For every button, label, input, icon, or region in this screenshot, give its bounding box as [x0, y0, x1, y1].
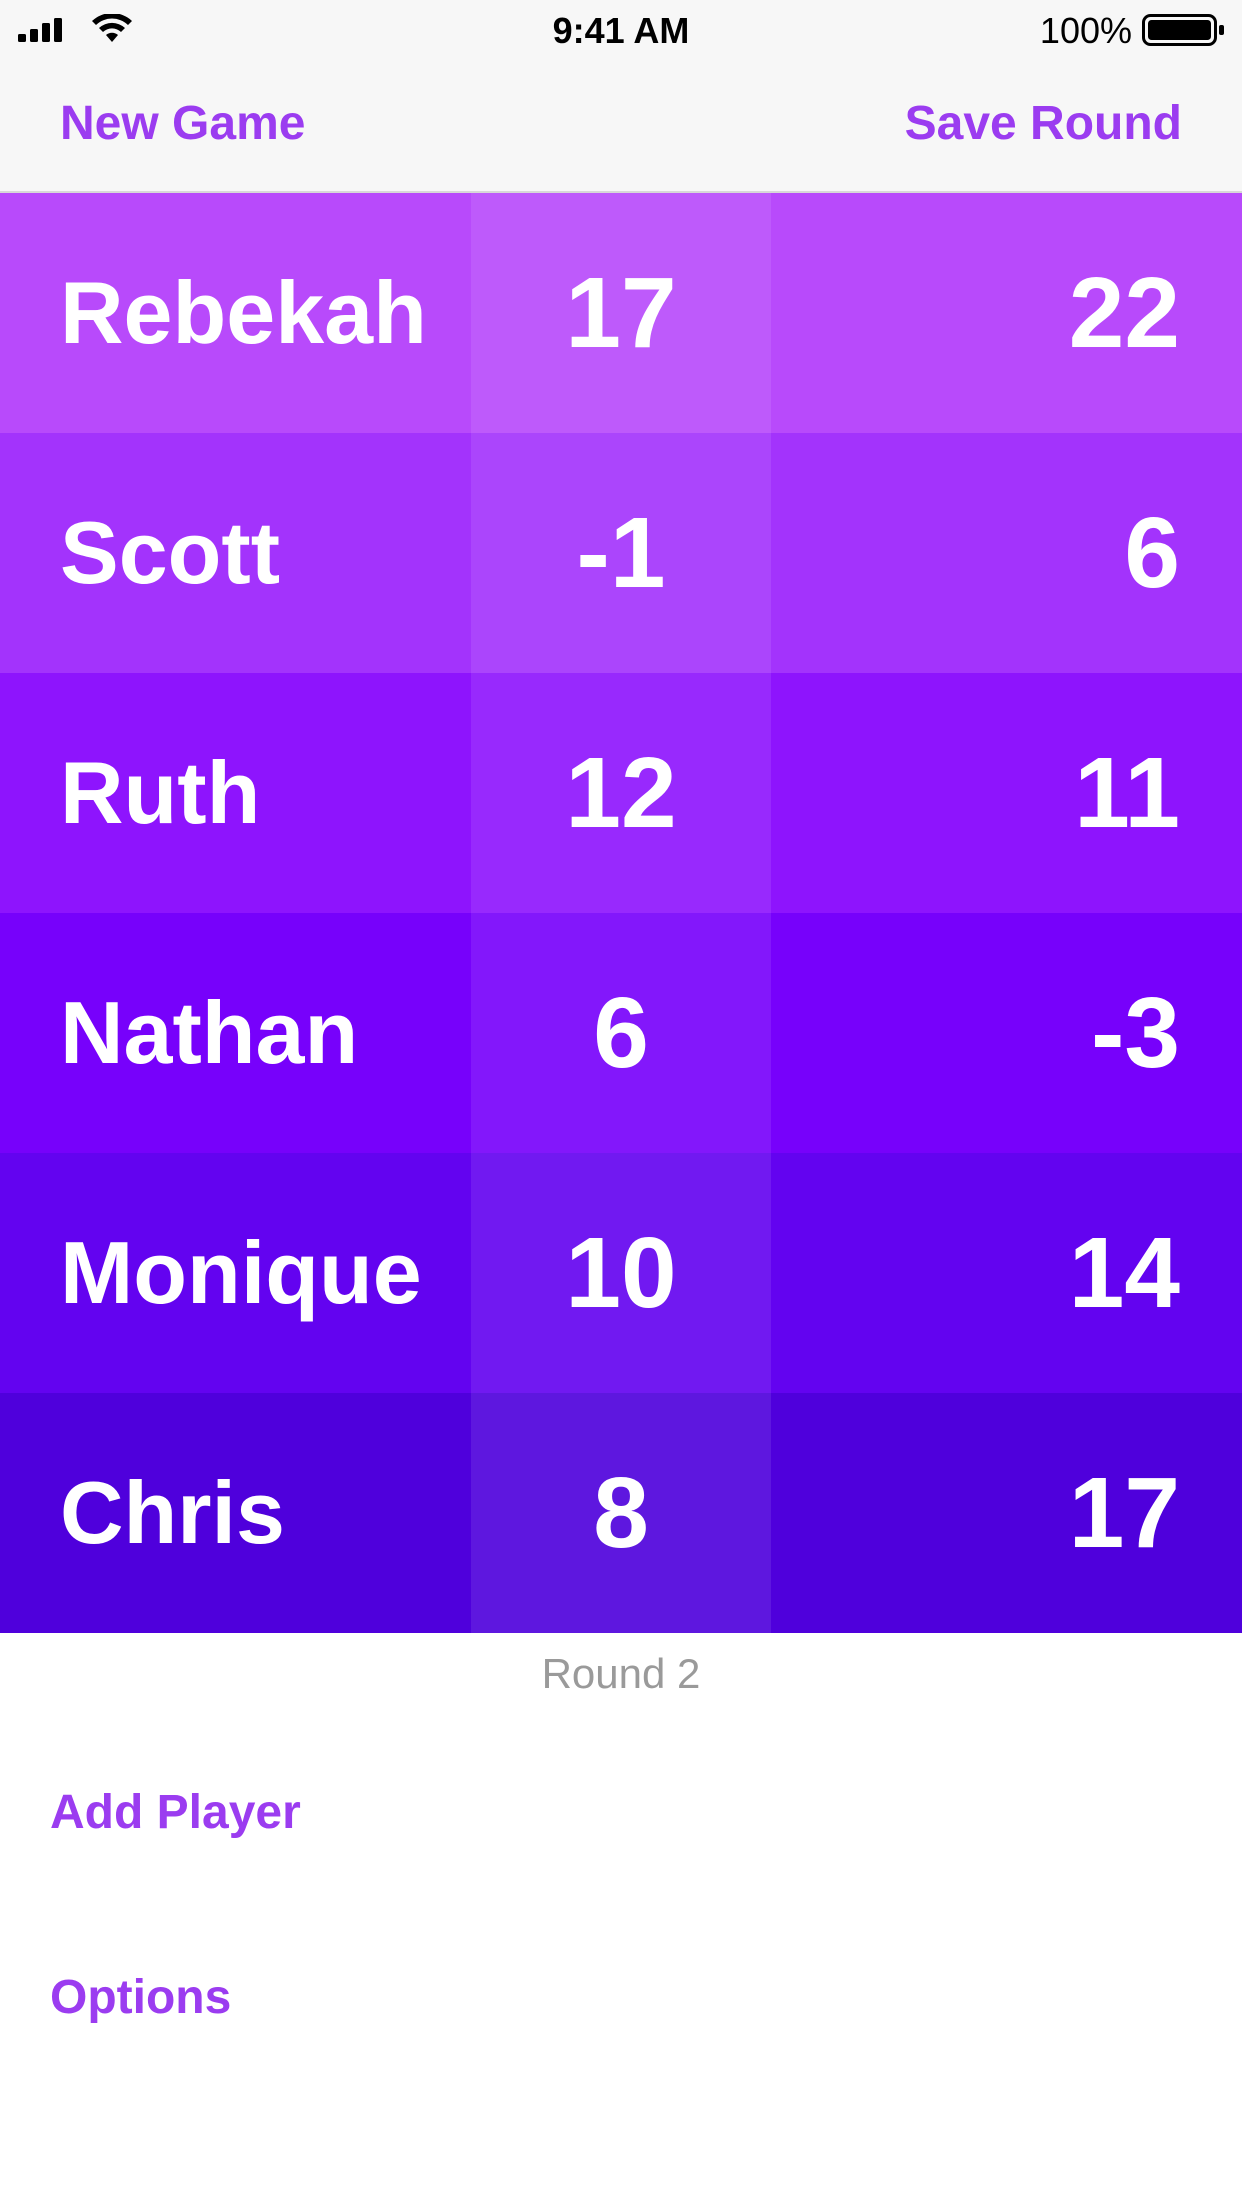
player-name[interactable]: Rebekah [0, 193, 471, 433]
player-row[interactable]: Ruth 12 11 [0, 673, 1242, 913]
round-label: Round 2 [541, 1650, 701, 1697]
player-row[interactable]: Monique 10 14 [0, 1153, 1242, 1393]
round-score[interactable]: -1 [471, 433, 771, 673]
player-name[interactable]: Nathan [0, 913, 471, 1153]
player-row[interactable]: Scott -1 6 [0, 433, 1242, 673]
save-round-button[interactable]: Save Round [905, 96, 1182, 151]
total-score: 22 [1068, 256, 1180, 369]
total-score: 6 [1124, 496, 1180, 609]
total-score: 14 [1068, 1216, 1180, 1329]
total-score: 11 [1074, 736, 1180, 849]
player-row[interactable]: Nathan 6 -3 [0, 913, 1242, 1153]
round-score[interactable]: 12 [471, 673, 771, 913]
battery-percent: 100% [1039, 10, 1132, 51]
round-score[interactable]: 6 [471, 913, 771, 1153]
score-board: Rebekah 17 22 Scott -1 6 Ruth 12 11 Nath… [0, 193, 1242, 1633]
player-row[interactable]: Rebekah 17 22 [0, 193, 1242, 433]
status-bar: 9:41 AM 100% [0, 0, 1242, 60]
round-score[interactable]: 17 [471, 193, 771, 433]
options-button[interactable]: Options [50, 1970, 231, 2025]
add-player-button[interactable]: Add Player [50, 1785, 301, 1840]
player-name[interactable]: Ruth [0, 673, 471, 913]
round-score[interactable]: 10 [471, 1153, 771, 1393]
player-name[interactable]: Scott [0, 433, 471, 673]
navigation-bar: New Game Save Round [0, 60, 1242, 193]
total-score: -3 [1091, 976, 1180, 1089]
round-score[interactable]: 8 [471, 1393, 771, 1633]
player-row[interactable]: Chris 8 17 [0, 1393, 1242, 1633]
new-game-button[interactable]: New Game [60, 96, 305, 151]
player-name[interactable]: Monique [0, 1153, 471, 1393]
total-score: 17 [1068, 1456, 1180, 1569]
player-name[interactable]: Chris [0, 1393, 471, 1633]
battery-icon [1142, 14, 1224, 46]
